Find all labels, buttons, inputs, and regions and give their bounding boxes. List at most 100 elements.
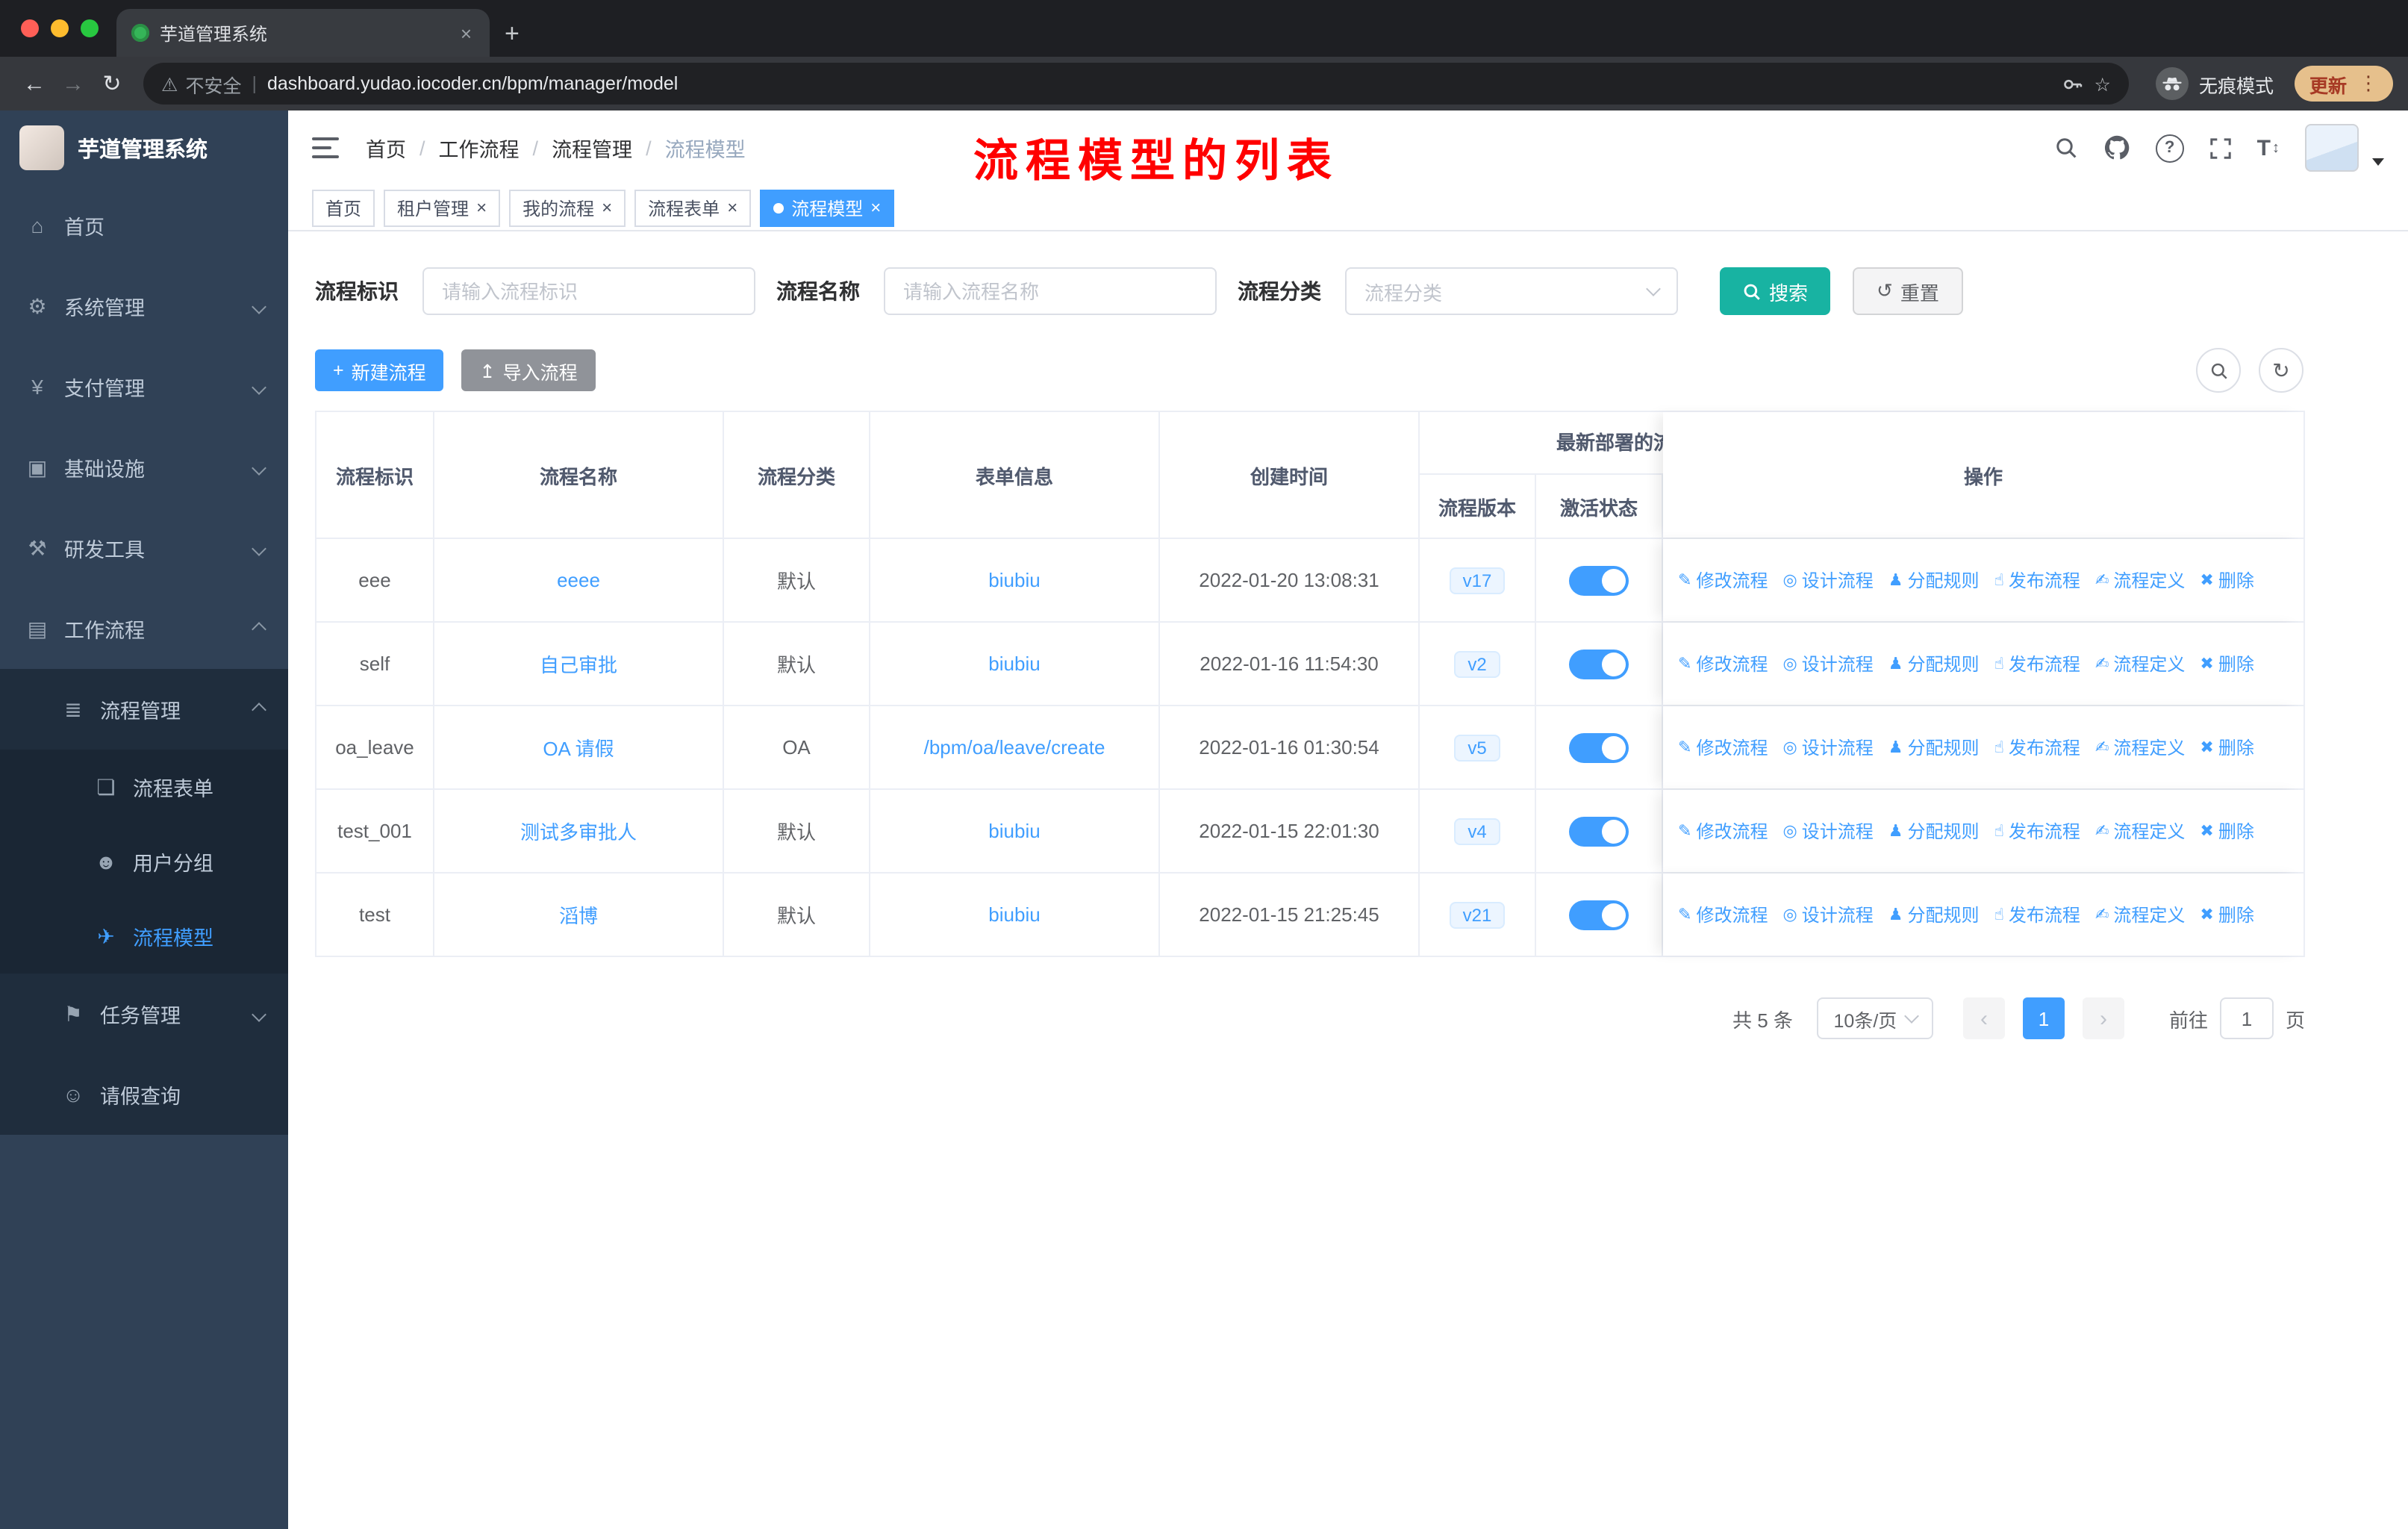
prev-page-button[interactable]: ‹ <box>1962 997 2005 1039</box>
bookmark-star-icon[interactable]: ☆ <box>2094 72 2111 95</box>
sidebar-item-devtools[interactable]: ⚒ 研发工具 <box>0 508 288 588</box>
tag-home[interactable]: 首页 <box>312 189 375 226</box>
version-badge[interactable]: v2 <box>1454 650 1500 677</box>
op-definition[interactable]: ✍ 流程定义 <box>2095 651 2185 676</box>
active-toggle[interactable] <box>1569 649 1629 679</box>
address-bar[interactable]: ⚠ 不安全 | dashboard.yudao.iocoder.cn/bpm/m… <box>143 63 2129 105</box>
op-delete[interactable]: ✖ 删除 <box>2200 735 2253 760</box>
github-icon[interactable] <box>2103 134 2130 161</box>
sidebar-item-process-management[interactable]: ≣ 流程管理 <box>0 669 288 750</box>
process-id-input[interactable] <box>422 267 755 315</box>
browser-tab[interactable]: 芋道管理系统 × <box>116 9 490 57</box>
sidebar-item-process-model[interactable]: ✈ 流程模型 <box>0 899 288 974</box>
form-info-link[interactable]: biubiu <box>988 820 1040 842</box>
browser-update-button[interactable]: 更新 ⋮ <box>2294 66 2393 102</box>
op-delete[interactable]: ✖ 删除 <box>2200 567 2253 593</box>
minimize-window-button[interactable] <box>51 19 69 37</box>
category-select[interactable]: 流程分类 <box>1345 267 1678 315</box>
next-page-button[interactable]: › <box>2082 997 2124 1039</box>
op-design[interactable]: ◎ 设计流程 <box>1782 902 1873 927</box>
op-delete[interactable]: ✖ 删除 <box>2200 651 2253 676</box>
form-info-link[interactable]: biubiu <box>988 653 1040 675</box>
op-publish[interactable]: ☝ 发布流程 <box>1994 567 2080 593</box>
process-name-link[interactable]: 测试多审批人 <box>520 817 637 845</box>
op-modify[interactable]: ✎ 修改流程 <box>1678 818 1768 844</box>
form-info-link[interactable]: /bpm/oa/leave/create <box>924 736 1105 759</box>
search-button[interactable]: 搜索 <box>1720 267 1831 315</box>
user-avatar[interactable] <box>2305 124 2359 172</box>
collapse-menu-icon[interactable] <box>312 137 339 158</box>
process-name-link[interactable]: 自己审批 <box>540 650 617 678</box>
fullscreen-icon[interactable] <box>2209 137 2232 159</box>
sidebar-item-task-management[interactable]: ⚑ 任务管理 <box>0 974 288 1054</box>
active-toggle[interactable] <box>1569 816 1629 846</box>
op-design[interactable]: ◎ 设计流程 <box>1782 567 1873 593</box>
font-size-icon[interactable]: T ↕ <box>2257 135 2280 161</box>
version-badge[interactable]: v17 <box>1449 567 1506 594</box>
sidebar-item-system[interactable]: ⚙ 系统管理 <box>0 266 288 346</box>
active-toggle[interactable] <box>1569 565 1629 595</box>
tag-process-form[interactable]: 流程表单 × <box>634 189 752 226</box>
page-size-select[interactable]: 10条/页 <box>1816 997 1933 1039</box>
sidebar-item-payment[interactable]: ¥ 支付管理 <box>0 346 288 427</box>
op-assign-rule[interactable]: ♟ 分配规则 <box>1888 902 1980 927</box>
process-name-link[interactable]: OA 请假 <box>543 733 614 762</box>
op-design[interactable]: ◎ 设计流程 <box>1782 735 1873 760</box>
tag-tenant-management[interactable]: 租户管理 × <box>384 189 501 226</box>
current-page-button[interactable]: 1 <box>2022 997 2065 1039</box>
op-modify[interactable]: ✎ 修改流程 <box>1678 567 1768 593</box>
op-assign-rule[interactable]: ♟ 分配规则 <box>1888 735 1980 760</box>
sidebar-item-process-form[interactable]: ❏ 流程表单 <box>0 750 288 824</box>
url-text[interactable]: dashboard.yudao.iocoder.cn/bpm/manager/m… <box>267 73 678 94</box>
sidebar-item-user-group[interactable]: ☻ 用户分组 <box>0 824 288 899</box>
help-icon[interactable]: ? <box>2155 134 2184 162</box>
new-tab-button[interactable]: + <box>505 21 520 46</box>
browser-menu-icon[interactable]: ⋮ <box>2359 72 2378 96</box>
op-design[interactable]: ◎ 设计流程 <box>1782 651 1873 676</box>
forward-icon[interactable]: → <box>54 64 93 103</box>
op-delete[interactable]: ✖ 删除 <box>2200 902 2253 927</box>
op-definition[interactable]: ✍ 流程定义 <box>2095 567 2185 593</box>
import-process-button[interactable]: ↥ 导入流程 <box>461 349 596 391</box>
form-info-link[interactable]: biubiu <box>988 569 1040 591</box>
close-icon[interactable]: × <box>602 199 612 217</box>
process-name-link[interactable]: eeee <box>557 569 600 591</box>
search-icon[interactable] <box>2054 136 2078 160</box>
reload-icon[interactable]: ↻ <box>93 64 131 103</box>
security-label[interactable]: 不安全 <box>185 69 241 98</box>
breadcrumb-item[interactable]: 流程管理 <box>552 133 632 163</box>
op-publish[interactable]: ☝ 发布流程 <box>1994 735 2080 760</box>
zoom-window-button[interactable] <box>81 19 99 37</box>
close-icon[interactable]: × <box>727 199 737 217</box>
show-search-button[interactable] <box>2196 348 2241 393</box>
op-publish[interactable]: ☝ 发布流程 <box>1994 651 2080 676</box>
close-window-button[interactable] <box>21 19 39 37</box>
process-name-input[interactable] <box>884 267 1217 315</box>
version-badge[interactable]: v21 <box>1449 901 1506 928</box>
process-name-link[interactable]: 滔博 <box>559 900 598 929</box>
close-icon[interactable]: × <box>870 199 881 217</box>
form-info-link[interactable]: biubiu <box>988 903 1040 926</box>
avatar-dropdown-caret[interactable] <box>2372 158 2384 166</box>
op-definition[interactable]: ✍ 流程定义 <box>2095 902 2185 927</box>
close-tab-icon[interactable]: × <box>458 22 475 44</box>
breadcrumb-item[interactable]: 首页 <box>366 133 406 163</box>
op-modify[interactable]: ✎ 修改流程 <box>1678 735 1768 760</box>
op-publish[interactable]: ☝ 发布流程 <box>1994 902 2080 927</box>
op-delete[interactable]: ✖ 删除 <box>2200 818 2253 844</box>
goto-page-input[interactable] <box>2219 997 2274 1039</box>
op-modify[interactable]: ✎ 修改流程 <box>1678 651 1768 676</box>
op-publish[interactable]: ☝ 发布流程 <box>1994 818 2080 844</box>
active-toggle[interactable] <box>1569 732 1629 762</box>
sidebar-item-home[interactable]: ⌂ 首页 <box>0 185 288 266</box>
sidebar-item-leave-query[interactable]: ☺ 请假查询 <box>0 1054 288 1135</box>
active-toggle[interactable] <box>1569 900 1629 929</box>
sidebar-item-infrastructure[interactable]: ▣ 基础设施 <box>0 427 288 508</box>
sidebar-item-workflow[interactable]: ▤ 工作流程 <box>0 588 288 669</box>
op-assign-rule[interactable]: ♟ 分配规则 <box>1888 818 1980 844</box>
reset-button[interactable]: ↺ 重置 <box>1853 267 1963 315</box>
tag-my-process[interactable]: 我的流程 × <box>509 189 626 226</box>
key-icon[interactable] <box>2062 72 2084 95</box>
op-definition[interactable]: ✍ 流程定义 <box>2095 735 2185 760</box>
tag-process-model[interactable]: 流程模型 × <box>760 189 895 226</box>
